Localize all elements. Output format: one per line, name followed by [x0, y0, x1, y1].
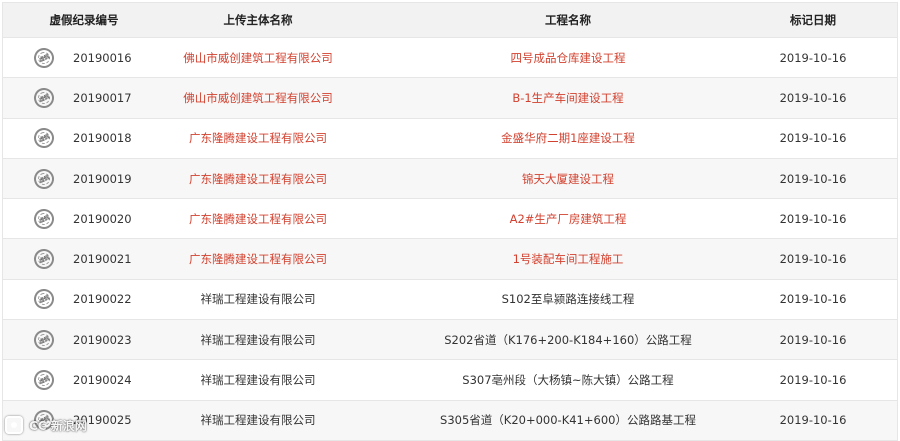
fake-stamp-icon: 虚假 — [3, 289, 73, 310]
mark-date: 2019-10-16 — [779, 413, 847, 428]
project-name-link[interactable]: 金盛华府二期1座建设工程 — [353, 130, 733, 146]
fake-stamp-icon: 虚假 — [3, 329, 73, 350]
records-table: 虚假纪录编号 上传主体名称 工程名称 标记日期 虚假 20190016 佛山市威创建… — [2, 2, 898, 441]
org-name-link[interactable]: 佛山市威创建筑工程有限公司 — [143, 50, 353, 66]
org-name-link: 祥瑞工程建设有限公司 — [200, 332, 316, 347]
table-row: 虚假 20190022 祥瑞工程建设有限公司 S102至阜颍路连接线工程 2019-10… — [3, 280, 897, 321]
header-mark-date: 标记日期 — [790, 13, 836, 27]
record-id: 20190022 — [73, 292, 132, 307]
table-row: 虚假 20190021 广东隆腾建设工程有限公司 1号装配车间工程施工 2019-10-… — [3, 239, 897, 280]
project-name-link: S102至阜颍路连接线工程 — [501, 292, 635, 307]
record-id: 20190020 — [73, 211, 132, 226]
record-id: 20190018 — [73, 131, 132, 146]
fake-stamp-icon: 虚假 — [3, 87, 73, 108]
table-row: 虚假 20190016 佛山市威创建筑工程有限公司 四号成品仓库建设工程 2019-10… — [3, 38, 897, 79]
fake-stamp-icon: 虚假 — [3, 168, 73, 189]
record-id: 20190021 — [73, 252, 132, 267]
project-name-link[interactable]: 四号成品仓库建设工程 — [353, 50, 733, 66]
stamp-label: 虚假 — [38, 53, 51, 64]
table-row: 虚假 20190023 祥瑞工程建设有限公司 S202省道（K176+200-K184… — [3, 320, 897, 361]
header-record-id: 虚假纪录编号 — [49, 13, 119, 27]
stamp-label: 虚假 — [38, 335, 51, 346]
stamp-label: 虚假 — [38, 376, 51, 386]
watermark-logo-icon — [5, 416, 23, 434]
table-row: 虚假 20190019 广东隆腾建设工程有限公司 锦天大厦建设工程 2019-10-16 — [3, 158, 897, 200]
project-name-link[interactable]: 锦天大厦建设工程 — [353, 171, 733, 187]
mark-date: 2019-10-16 — [779, 292, 847, 307]
fake-stamp-icon: 虚假 — [3, 47, 73, 68]
fake-stamp-icon: 虚假 — [3, 249, 73, 270]
fake-stamp-icon: 虚假 — [3, 208, 73, 229]
mark-date: 2019-10-16 — [779, 211, 847, 226]
project-name-link[interactable]: B-1生产车间建设工程 — [353, 90, 733, 106]
table-row: 虚假 20190018 广东隆腾建设工程有限公司 金盛华府二期1座建设工程 2019-1… — [3, 119, 897, 159]
table-row: 虚假 20190020 广东隆腾建设工程有限公司 A2#生产厂房建筑工程 2019-10… — [3, 199, 897, 240]
org-name-link: 祥瑞工程建设有限公司 — [200, 413, 316, 428]
project-name-link: S307亳州段（大杨镇~陈大镇）公路工程 — [462, 373, 674, 388]
mark-date: 2019-10-16 — [779, 90, 847, 105]
watermark: CC 新浪网 — [5, 416, 87, 434]
fake-stamp-icon: 虚假 — [3, 128, 73, 149]
stamp-label: 虚假 — [38, 295, 51, 306]
record-id: 20190017 — [73, 90, 132, 105]
mark-date: 2019-10-16 — [779, 332, 847, 347]
org-name-link[interactable]: 广东隆腾建设工程有限公司 — [143, 251, 353, 267]
org-name-link[interactable]: 广东隆腾建设工程有限公司 — [143, 171, 353, 187]
table-body: 虚假 20190016 佛山市威创建筑工程有限公司 四号成品仓库建设工程 2019-10… — [3, 38, 897, 441]
org-name-link: 祥瑞工程建设有限公司 — [200, 373, 316, 388]
project-name-link: S202省道（K176+200-K184+160）公路工程 — [444, 332, 692, 347]
mark-date: 2019-10-16 — [779, 50, 847, 65]
mark-date: 2019-10-16 — [779, 252, 847, 267]
mark-date: 2019-10-16 — [779, 373, 847, 388]
stamp-label: 虚假 — [38, 134, 51, 144]
stamp-label: 虚假 — [38, 94, 51, 104]
table-row: 虚假 20190017 佛山市威创建筑工程有限公司 B-1生产车间建设工程 2019-1… — [3, 78, 897, 119]
watermark-text: CC 新浪网 — [29, 418, 87, 433]
fake-stamp-icon: 虚假 — [3, 370, 73, 391]
table-row: 虚假 20190024 祥瑞工程建设有限公司 S307亳州段（大杨镇~陈大镇）公路工程… — [3, 360, 897, 401]
table-row: 虚假 20190025 祥瑞工程建设有限公司 S305省道（K20+000-K41+6… — [3, 400, 897, 441]
org-name-link[interactable]: 佛山市威创建筑工程有限公司 — [143, 90, 353, 106]
org-name-link: 祥瑞工程建设有限公司 — [200, 292, 316, 307]
org-name-link[interactable]: 广东隆腾建设工程有限公司 — [143, 130, 353, 146]
stamp-label: 虚假 — [38, 174, 51, 185]
mark-date: 2019-10-16 — [779, 171, 847, 186]
table-header: 虚假纪录编号 上传主体名称 工程名称 标记日期 — [3, 3, 897, 38]
record-id: 20190016 — [73, 50, 132, 65]
project-name-link[interactable]: 1号装配车间工程施工 — [353, 251, 733, 267]
stamp-label: 虚假 — [38, 255, 51, 265]
record-id: 20190024 — [73, 373, 132, 388]
header-project-name: 工程名称 — [545, 13, 591, 27]
project-name-link[interactable]: A2#生产厂房建筑工程 — [353, 211, 733, 227]
project-name-link: S305省道（K20+000-K41+600）公路路基工程 — [440, 413, 696, 428]
header-org-name: 上传主体名称 — [223, 13, 293, 27]
record-id: 20190019 — [73, 171, 132, 186]
stamp-label: 虚假 — [38, 214, 51, 225]
org-name-link[interactable]: 广东隆腾建设工程有限公司 — [143, 211, 353, 227]
record-id: 20190023 — [73, 332, 132, 347]
mark-date: 2019-10-16 — [779, 131, 847, 146]
